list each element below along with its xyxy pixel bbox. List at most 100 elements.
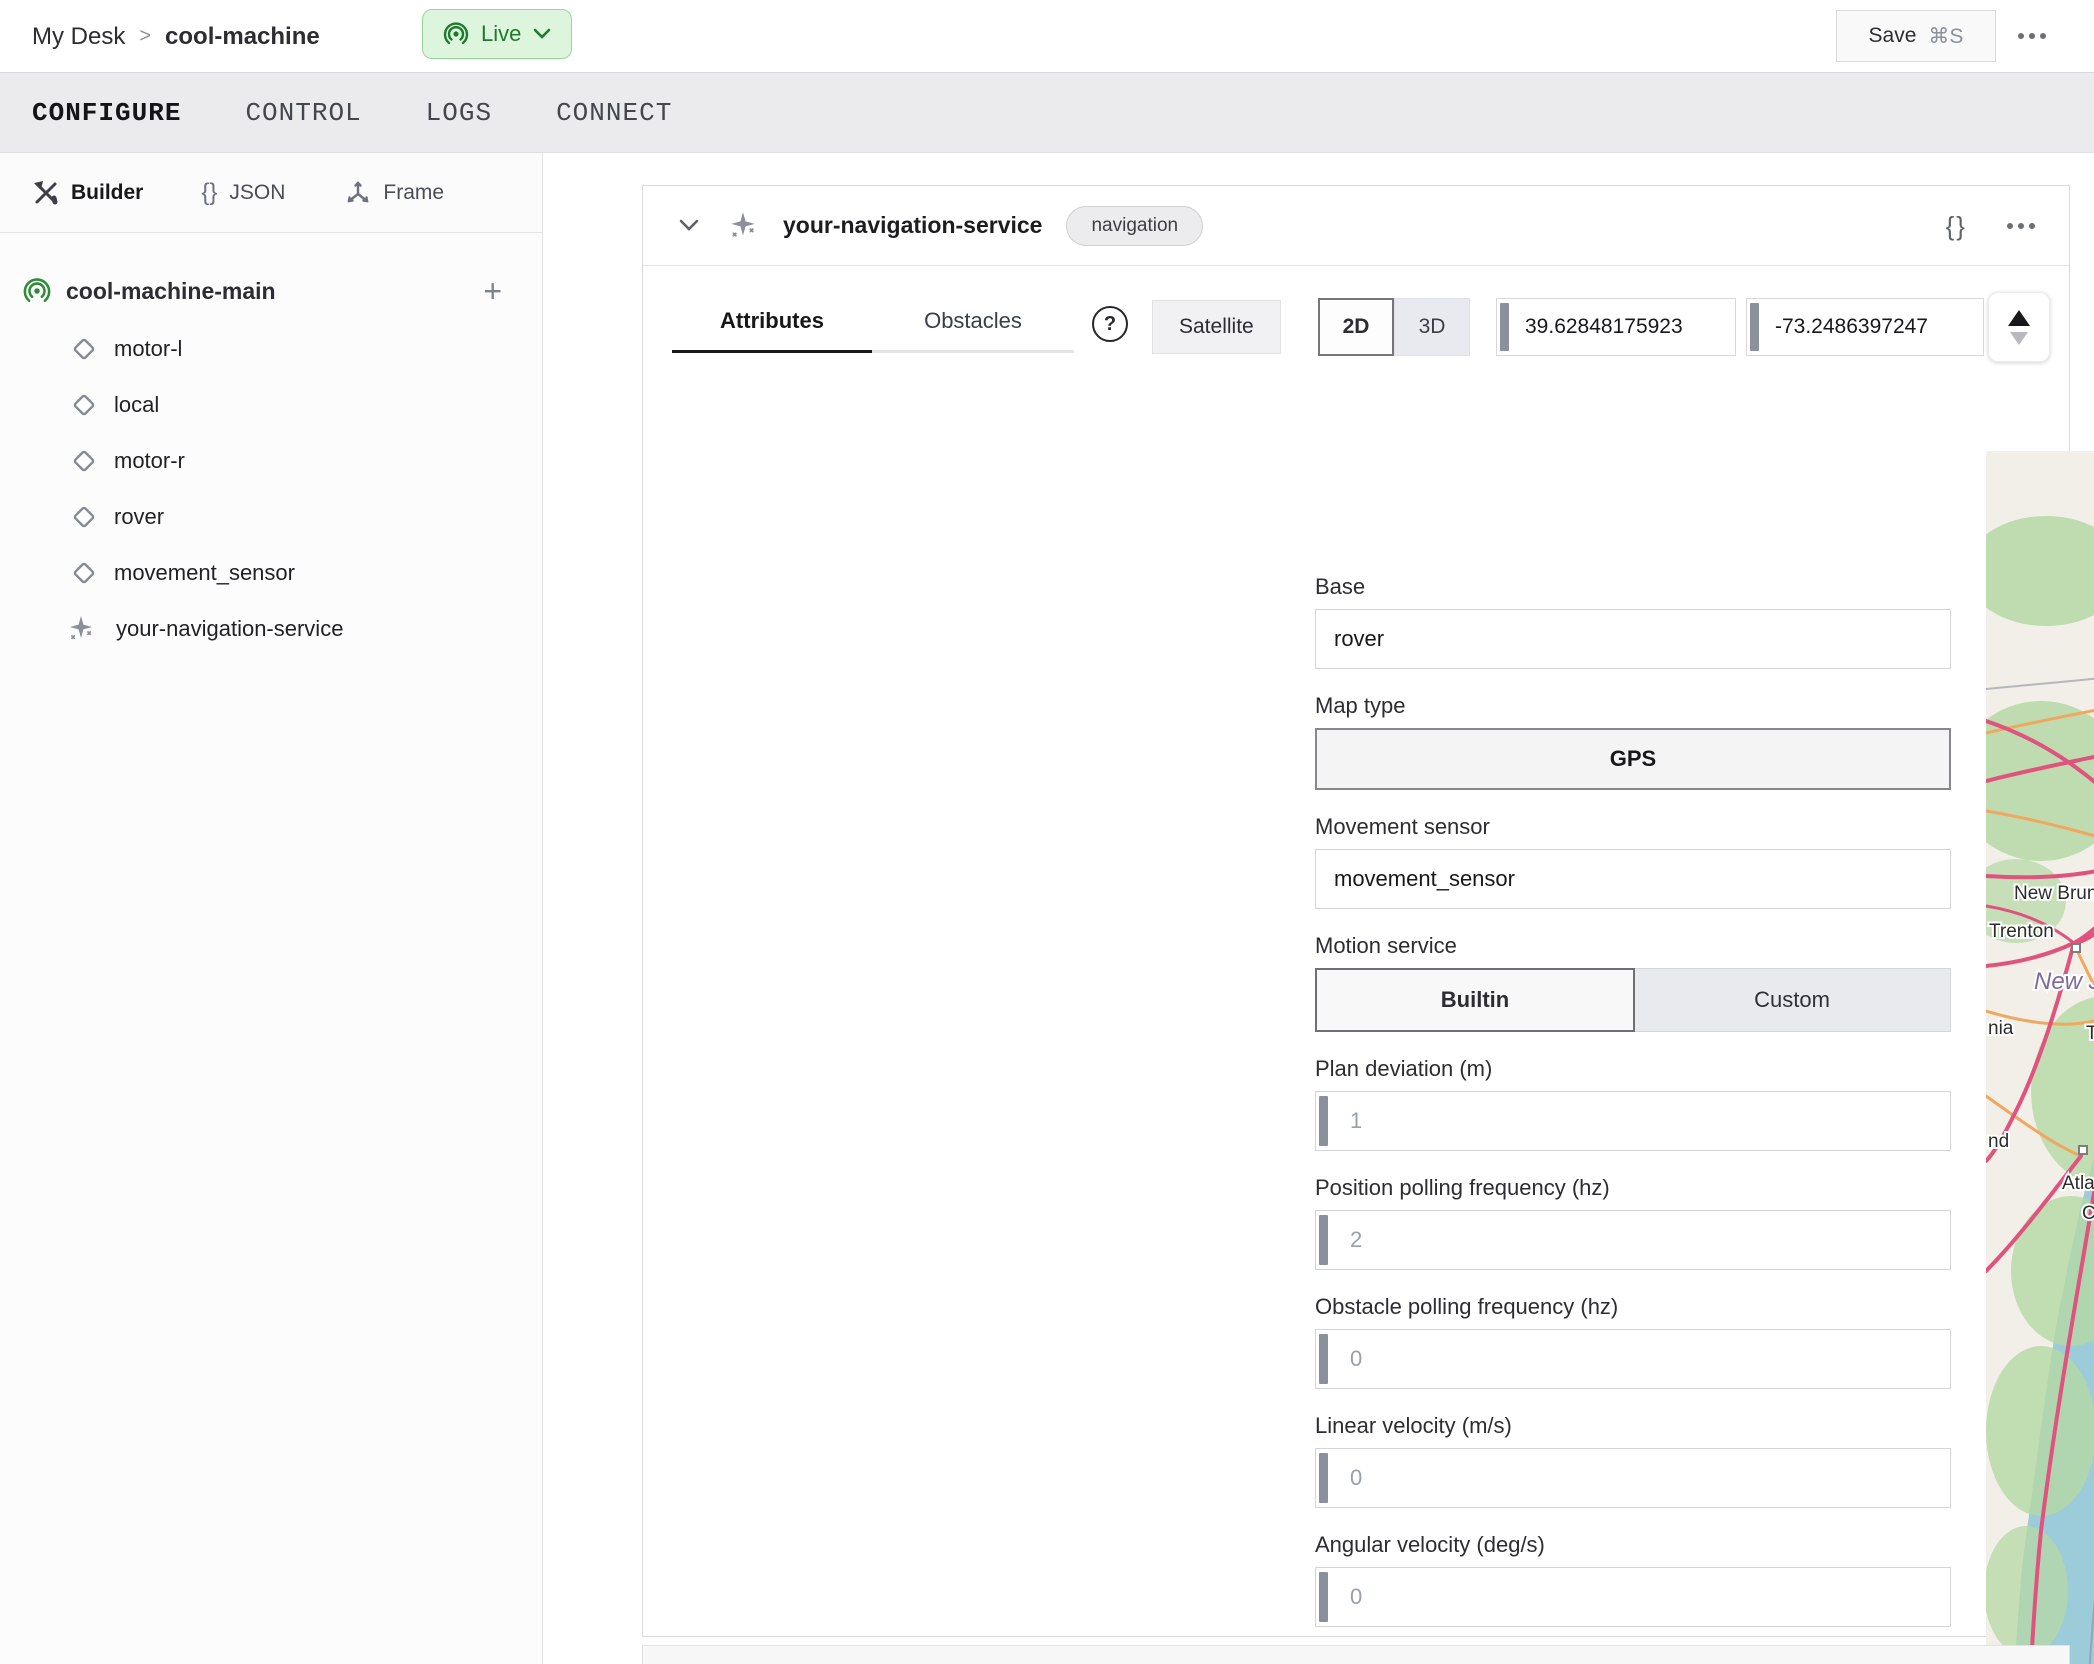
view-mode-builder[interactable]: Builder <box>33 180 143 206</box>
linear-velocity-label: Linear velocity (m/s) <box>1315 1413 1951 1439</box>
angular-velocity-field: Angular velocity (deg/s) <box>1315 1532 1951 1627</box>
tree-item-local[interactable]: local <box>0 377 542 433</box>
motion-service-custom-option[interactable]: Custom <box>1634 969 1950 1031</box>
live-label: Live <box>481 21 521 47</box>
tree-item-navigation-service[interactable]: your-navigation-service <box>0 601 542 657</box>
tab-logs[interactable]: LOGS <box>426 98 492 128</box>
plan-deviation-input[interactable] <box>1316 1092 1950 1150</box>
breadcrumb-separator: > <box>139 25 151 48</box>
tree-item-label: rover <box>114 504 164 530</box>
map-label-new-jersey: New Jersey <box>2034 968 2094 995</box>
broadcast-icon <box>22 276 52 306</box>
tree-item-movement-sensor[interactable]: movement_sensor <box>0 545 542 601</box>
base-input[interactable] <box>1316 610 1950 668</box>
position-polling-label: Position polling frequency (hz) <box>1315 1175 1951 1201</box>
map-2d-button[interactable]: 2D <box>1318 298 1394 356</box>
obstacle-polling-input[interactable] <box>1316 1330 1950 1388</box>
tab-control[interactable]: CONTROL <box>245 98 361 128</box>
tree-item-rover[interactable]: rover <box>0 489 542 545</box>
motion-service-segmented: Builtin Custom <box>1315 968 1951 1032</box>
map-label-island-partial: nd <box>1988 1131 2009 1152</box>
top-bar: My Desk > cool-machine Live Save ⌘S <box>0 0 2094 73</box>
map-label-new-brunswick: New Brunswick <box>2014 883 2094 904</box>
movement-sensor-label: Movement sensor <box>1315 814 1951 840</box>
card-header: your-navigation-service navigation {} <box>643 186 2069 266</box>
json-braces-icon[interactable]: {} <box>1946 211 1967 242</box>
tree-item-label: motor-r <box>114 448 185 474</box>
main-tab-bar: CONFIGURE CONTROL LOGS CONNECT <box>0 73 2094 153</box>
view-mode-frame[interactable]: Frame <box>345 180 444 206</box>
breadcrumb-root[interactable]: My Desk <box>32 23 125 51</box>
save-button[interactable]: Save ⌘S <box>1836 10 1996 62</box>
map-label-atlantic: Atlantic <box>2062 1173 2094 1194</box>
tree-item-label: motor-l <box>114 336 182 362</box>
live-status-dropdown[interactable]: Live <box>422 9 572 59</box>
obstacle-polling-field: Obstacle polling frequency (hz) <box>1315 1294 1951 1389</box>
service-type-badge: navigation <box>1066 206 1203 246</box>
config-view-toolbar: Builder {} JSON Frame <box>0 153 543 233</box>
longitude-field <box>1746 298 1984 356</box>
tab-connect[interactable]: CONNECT <box>556 98 672 128</box>
card-more-options-icon[interactable] <box>2007 223 2035 229</box>
linear-velocity-input[interactable] <box>1316 1449 1950 1507</box>
viam-configure-page: { "header": { "breadcrumb_root": "My Des… <box>0 0 2094 1664</box>
movement-sensor-field: Movement sensor <box>1315 814 1951 909</box>
tree-item-label: local <box>114 392 159 418</box>
latitude-input[interactable] <box>1497 299 1735 355</box>
component-diamond-icon <box>72 561 96 585</box>
map-type-field: Map type GPS <box>1315 693 1951 790</box>
movement-sensor-input[interactable] <box>1316 850 1950 908</box>
navigation-map[interactable]: Massachusetts Pro Rhode Connecticut New … <box>1986 451 2094 1664</box>
save-label: Save <box>1869 24 1917 48</box>
add-component-button[interactable]: + <box>483 273 502 310</box>
position-polling-field: Position polling frequency (hz) <box>1315 1175 1951 1270</box>
map-label-pennsylvania-partial: nia <box>1988 1018 2014 1039</box>
component-diamond-icon <box>72 393 96 417</box>
component-diamond-icon <box>72 449 96 473</box>
tab-attributes[interactable]: Attributes <box>672 308 872 353</box>
angular-velocity-input[interactable] <box>1316 1568 1950 1626</box>
base-field: Base <box>1315 574 1951 669</box>
chevron-down-icon <box>533 28 551 40</box>
latitude-field <box>1496 298 1736 356</box>
tree-item-motor-l[interactable]: motor-l <box>0 321 542 377</box>
tab-configure[interactable]: CONFIGURE <box>32 98 181 128</box>
map-label-trenton: Trenton <box>1989 921 2054 942</box>
linear-velocity-field: Linear velocity (m/s) <box>1315 1413 1951 1508</box>
motion-service-builtin-option[interactable]: Builtin <box>1315 968 1635 1032</box>
tree-item-label: your-navigation-service <box>116 616 343 642</box>
plan-deviation-field: Plan deviation (m) <box>1315 1056 1951 1151</box>
angular-velocity-label: Angular velocity (deg/s) <box>1315 1532 1951 1558</box>
map-label-toms-river: Toms River <box>2086 1023 2094 1044</box>
motion-service-label: Motion service <box>1315 933 1951 959</box>
tools-icon <box>33 180 59 206</box>
tree-item-label: movement_sensor <box>114 560 295 586</box>
longitude-input[interactable] <box>1747 299 1983 355</box>
tab-obstacles[interactable]: Obstacles <box>872 308 1074 353</box>
component-diamond-icon <box>72 505 96 529</box>
satellite-toggle-button[interactable]: Satellite <box>1152 300 1281 354</box>
braces-icon: {} <box>201 179 217 207</box>
frame-label: Frame <box>383 181 444 205</box>
position-polling-input[interactable] <box>1316 1211 1950 1269</box>
obstacle-polling-label: Obstacle polling frequency (hz) <box>1315 1294 1951 1320</box>
view-mode-json[interactable]: {} JSON <box>201 179 285 207</box>
help-icon[interactable]: ? <box>1092 306 1128 342</box>
coordinate-stepper[interactable] <box>1988 292 2050 362</box>
map-type-gps-button[interactable]: GPS <box>1315 728 1951 790</box>
step-up-icon[interactable] <box>2008 310 2030 326</box>
frame-axes-icon <box>345 180 371 206</box>
tree-item-motor-r[interactable]: motor-r <box>0 433 542 489</box>
machine-part-tree: cool-machine-main + motor-l local motor-… <box>0 233 543 1664</box>
breadcrumb: My Desk > cool-machine <box>32 0 320 73</box>
builder-label: Builder <box>71 181 143 205</box>
next-card-peek <box>642 1645 2070 1664</box>
service-title: your-navigation-service <box>783 212 1042 239</box>
tree-machine-part-row[interactable]: cool-machine-main + <box>0 261 542 321</box>
collapse-chevron-icon[interactable] <box>679 219 699 232</box>
attributes-form: Base Map type GPS Movement sensor Motion… <box>1315 574 1951 1664</box>
more-options-icon[interactable] <box>2018 33 2046 39</box>
step-down-icon[interactable] <box>2010 332 2028 345</box>
map-3d-button[interactable]: 3D <box>1394 298 1470 356</box>
json-label: JSON <box>229 181 285 205</box>
